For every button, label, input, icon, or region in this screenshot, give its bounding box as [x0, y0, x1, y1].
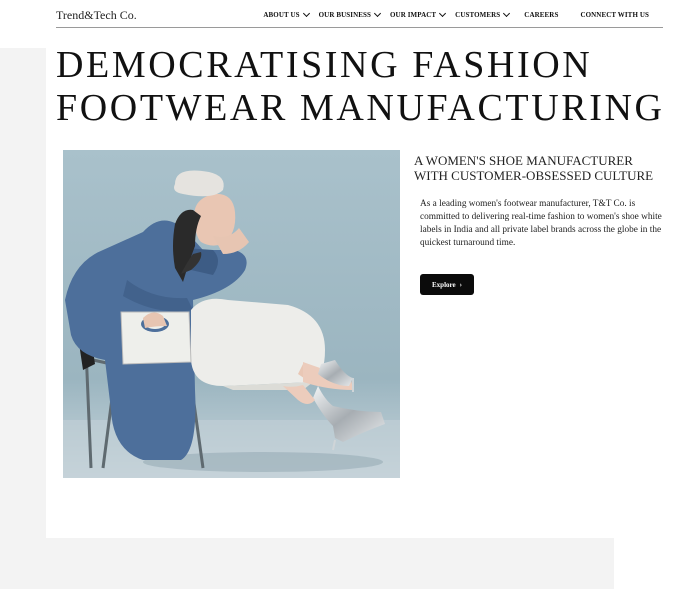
- main-nav: ABOUT US OUR BUSINESS OUR IMPACT CUSTOME…: [263, 9, 649, 19]
- hero-title: DEMOCRATISING FASHION FOOTWEAR MANUFACTUR…: [56, 44, 665, 130]
- sub-heading-line-2: WITH CUSTOMER-OBSESSED CULTURE: [414, 168, 654, 183]
- bottom-background-panel: [0, 538, 614, 589]
- nav-label: CUSTOMERS: [455, 11, 501, 19]
- explore-button-label: Explore: [432, 280, 456, 289]
- side-background-panel: [0, 48, 46, 589]
- hero-image: [63, 150, 400, 478]
- chevron-right-icon: ›: [459, 280, 462, 289]
- nav-label: CAREERS: [524, 11, 559, 19]
- nav-item-connect-with-us[interactable]: CONNECT WITH US: [580, 11, 649, 19]
- nav-item-about-us[interactable]: ABOUT US: [263, 9, 310, 19]
- fashion-model-photo-icon: [63, 150, 400, 478]
- nav-label: CONNECT WITH US: [580, 11, 649, 19]
- chevron-down-icon: [503, 9, 511, 18]
- hero-sub-heading: A WOMEN'S SHOE MANUFACTURER WITH CUSTOMER…: [414, 153, 674, 183]
- hero-title-line-1: DEMOCRATISING FASHION: [56, 44, 593, 86]
- hero-description: As a leading women's footwear manufactur…: [420, 199, 662, 248]
- nav-item-our-business[interactable]: OUR BUSINESS: [318, 9, 382, 19]
- site-header: Trend&Tech Co. ABOUT US OUR BUSINESS OUR…: [56, 0, 663, 28]
- nav-item-careers[interactable]: CAREERS: [524, 11, 558, 19]
- nav-label: ABOUT US: [263, 11, 300, 19]
- sub-heading-line-1: A WOMEN'S SHOE MANUFACTURER: [414, 153, 633, 168]
- nav-label: OUR IMPACT: [390, 11, 437, 19]
- hero-title-line-2: FOOTWEAR MANUFACTURING: [56, 87, 665, 129]
- nav-item-customers[interactable]: CUSTOMERS: [455, 9, 511, 19]
- explore-button[interactable]: Explore ›: [420, 274, 474, 295]
- site-logo[interactable]: Trend&Tech Co.: [56, 8, 137, 23]
- nav-label: OUR BUSINESS: [318, 11, 371, 19]
- chevron-down-icon: [373, 9, 382, 18]
- nav-item-our-impact[interactable]: OUR IMPACT: [390, 9, 447, 19]
- chevron-down-icon: [439, 9, 447, 18]
- chevron-down-icon: [302, 9, 310, 18]
